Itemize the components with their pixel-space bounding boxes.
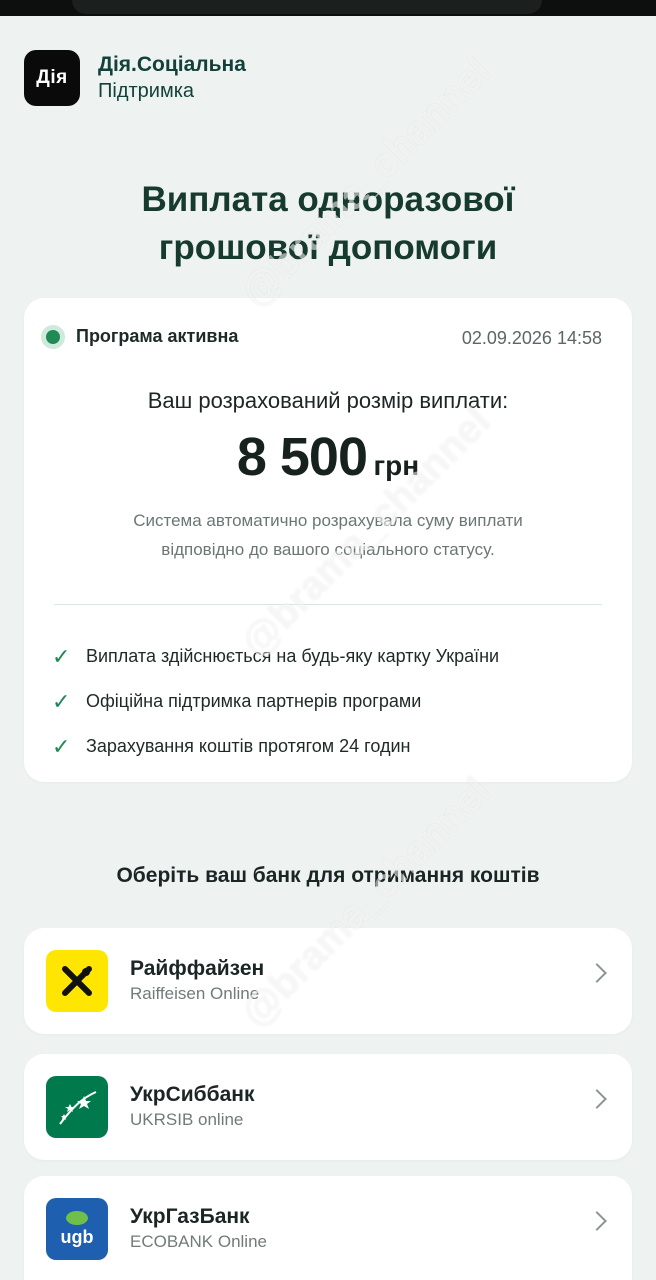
- bank-subtitle: ECOBANK Online: [130, 1232, 267, 1251]
- timestamp: 02.09.2026 14:58: [461, 328, 602, 348]
- system-status-bar: [0, 0, 656, 16]
- diia-logo: Дія: [24, 50, 80, 106]
- benefit-item: ✓ Зарахування коштів протягом 24 годин: [52, 724, 499, 769]
- benefit-text: Офіційна підтримка партнерів програми: [86, 691, 422, 711]
- raiffeisen-logo-icon: [46, 950, 108, 1012]
- benefit-text: Зарахування коштів протягом 24 годин: [86, 736, 411, 756]
- bank-option-ukrgazbank[interactable]: ugb УкрГазБанк ECOBANK Online: [24, 1176, 632, 1280]
- amount-description: Система автоматично розрахувала суму вип…: [64, 506, 592, 564]
- status-bar-notch: [72, 0, 542, 14]
- page-title-line-2: грошової допомоги: [158, 228, 498, 267]
- bank-text: УкрГазБанк ECOBANK Online: [130, 1204, 267, 1254]
- logo-text: Дія: [36, 67, 68, 88]
- bank-name: УкрГазБанк: [130, 1205, 250, 1228]
- benefit-item: ✓ Офіційна підтримка партнерів програми: [52, 679, 499, 724]
- app-header: Дія Дія.Соціальна Підтримка: [24, 50, 246, 106]
- bank-option-ukrsibbank[interactable]: УкрСиббанк UKRSIB online: [24, 1054, 632, 1160]
- amount: 8 500 грн: [24, 426, 632, 488]
- description-line-2: відповідно до вашого соціального статусу…: [161, 540, 495, 559]
- ukrsibbank-logo-icon: [46, 1076, 108, 1138]
- amount-currency: грн: [373, 450, 420, 481]
- bank-list-heading: Оберіть ваш банк для отримання коштів: [116, 864, 540, 887]
- leaf-icon: [66, 1211, 88, 1225]
- chevron-right-icon: [587, 963, 607, 983]
- page-title-line-1: Виплата одноразової: [141, 180, 515, 219]
- program-status: Програма активна: [46, 326, 238, 347]
- amount-value: 8 500: [236, 427, 368, 487]
- bank-text: Райффайзен Raiffeisen Online: [130, 956, 264, 1006]
- app-name: Дія.Соціальна: [98, 53, 246, 76]
- bank-text: УкрСиббанк UKRSIB online: [130, 1082, 255, 1132]
- chevron-right-icon: [587, 1089, 607, 1109]
- bank-subtitle: UKRSIB online: [130, 1110, 244, 1129]
- description-line-1: Система автоматично розрахувала суму вип…: [133, 511, 523, 530]
- ugb-logo-text: ugb: [60, 1227, 94, 1247]
- checkmark-icon: ✓: [52, 688, 71, 714]
- app-subtitle: Підтримка: [98, 80, 195, 102]
- checkmark-icon: ✓: [52, 733, 71, 759]
- page-title: Виплата одноразової грошової допомоги: [0, 176, 656, 272]
- checkmark-icon: ✓: [52, 643, 71, 669]
- brand-block: Дія.Соціальна Підтримка: [98, 52, 246, 104]
- raiffeisen-cross-icon: [62, 966, 92, 996]
- benefit-text: Виплата здійснюється на будь-яку картку …: [86, 646, 500, 666]
- chevron-right-icon: [587, 1211, 607, 1231]
- bank-name: Райффайзен: [130, 957, 265, 980]
- status-label: Програма активна: [76, 326, 239, 346]
- ukrsib-stars-icon: [59, 1091, 97, 1125]
- amount-label: Ваш розрахований розмір виплати:: [147, 388, 509, 413]
- bank-subtitle: Raiffeisen Online: [130, 984, 260, 1003]
- benefits-list: ✓ Виплата здійснюється на будь-яку картк…: [52, 634, 499, 769]
- bank-name: УкрСиббанк: [130, 1083, 255, 1106]
- status-dot-icon: [46, 329, 60, 344]
- bank-option-raiffeisen[interactable]: Райффайзен Raiffeisen Online: [24, 928, 632, 1034]
- payment-info-card: Програма активна 02.09.2026 14:58 Ваш ро…: [24, 298, 632, 782]
- card-divider: [54, 604, 602, 605]
- ukrgazbank-logo-icon: ugb: [46, 1198, 108, 1260]
- benefit-item: ✓ Виплата здійснюється на будь-яку картк…: [52, 634, 499, 679]
